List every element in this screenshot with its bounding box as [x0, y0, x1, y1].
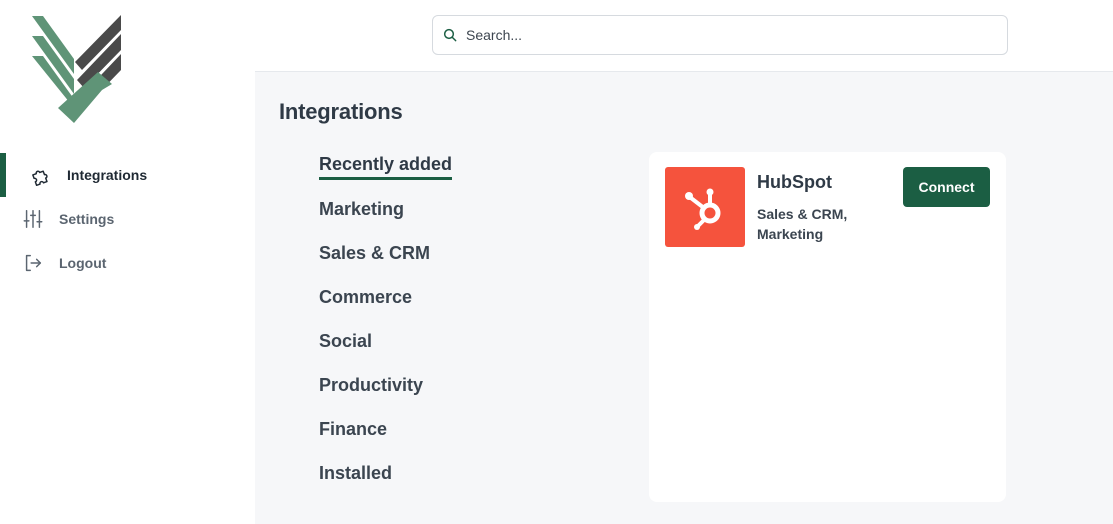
- hubspot-logo: [665, 167, 745, 247]
- logout-icon: [22, 252, 44, 274]
- main-content: Integrations Recently added Marketing Sa…: [255, 72, 1113, 524]
- integration-tag-line: Marketing: [757, 226, 824, 242]
- sidebar-item-label: Settings: [59, 211, 115, 227]
- brand-logo[interactable]: [28, 12, 124, 126]
- category-commerce[interactable]: Commerce: [319, 287, 412, 308]
- category-installed[interactable]: Installed: [319, 463, 392, 484]
- topbar: [255, 0, 1113, 72]
- category-productivity[interactable]: Productivity: [319, 375, 423, 396]
- search-icon: [442, 27, 458, 43]
- sidebar-item-settings[interactable]: Settings: [0, 197, 255, 241]
- hubspot-icon: [680, 182, 730, 232]
- integration-tag-line: Sales & CRM,: [757, 206, 848, 222]
- category-recently-added[interactable]: Recently added: [319, 154, 453, 180]
- search-input[interactable]: [466, 27, 986, 43]
- sidebar-item-integrations[interactable]: Integrations: [0, 153, 255, 197]
- sidebar-item-label: Integrations: [67, 167, 148, 183]
- sidebar: Integrations Settings Logout: [0, 0, 255, 524]
- category-finance[interactable]: Finance: [319, 419, 387, 440]
- category-marketing[interactable]: Marketing: [319, 199, 404, 220]
- sidebar-item-label: Logout: [59, 255, 107, 271]
- integration-name: HubSpot: [757, 172, 832, 192]
- category-social[interactable]: Social: [319, 331, 372, 352]
- sliders-icon: [22, 208, 44, 230]
- puzzle-icon: [30, 164, 52, 186]
- connect-button[interactable]: Connect: [903, 167, 990, 207]
- integrations-panel: HubSpot Sales & CRM, Marketing Connect: [649, 152, 1006, 502]
- page-title: Integrations: [279, 99, 403, 124]
- integration-tags: Sales & CRM, Marketing: [757, 204, 877, 244]
- sidebar-item-logout[interactable]: Logout: [0, 241, 255, 285]
- category-sales-crm[interactable]: Sales & CRM: [319, 243, 430, 264]
- search-box[interactable]: [432, 15, 1008, 55]
